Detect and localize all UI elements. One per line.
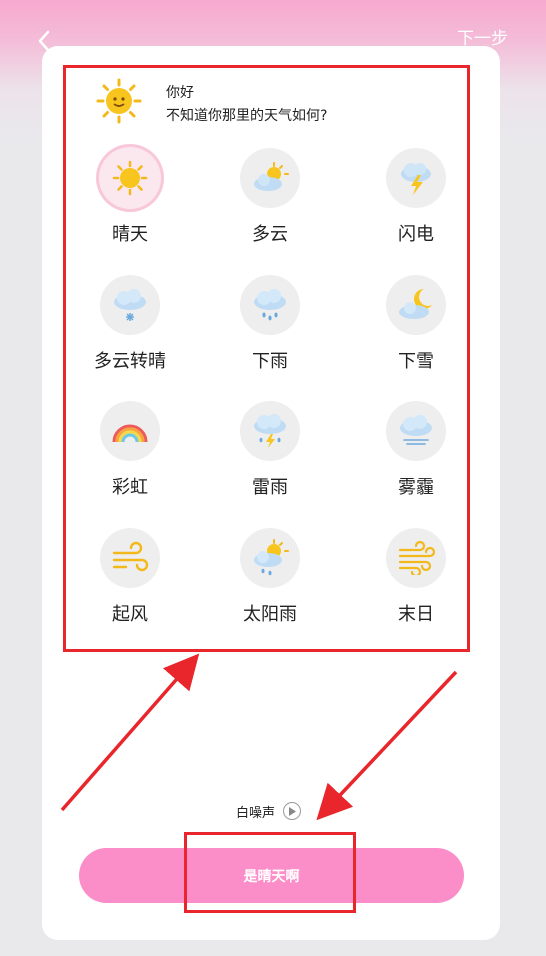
- snow-cloud-icon: [114, 289, 146, 321]
- thunderstorm-icon: [254, 414, 286, 448]
- greeting: 你好 不知道你那里的天气如何?: [96, 78, 456, 128]
- white-noise-label: 白噪声: [236, 805, 276, 821]
- weather-option-bg: [240, 528, 300, 588]
- gust-icon: [398, 541, 436, 575]
- weather-option-bg: [99, 147, 161, 209]
- weather-option-label: 太阳雨: [243, 604, 297, 625]
- weather-option-bg: [100, 401, 160, 461]
- weather-option-label: 下雪: [398, 351, 434, 372]
- weather-option-label: 末日: [398, 604, 434, 625]
- weather-option-cloudy[interactable]: 多云: [210, 140, 330, 250]
- weather-grid: 晴天 多云 闪电 多云转晴 下雨 下雪 彩虹 雷雨 雾霾 起风 太阳雨 末日: [70, 140, 470, 640]
- weather-option-lightning[interactable]: 闪电: [356, 140, 476, 250]
- weather-option-label: 闪电: [398, 224, 434, 245]
- white-noise-toggle[interactable]: 白噪声: [236, 800, 302, 822]
- sun-face-icon: [96, 78, 142, 124]
- weather-option-label: 下雨: [252, 351, 288, 372]
- lightning-cloud-icon: [401, 163, 431, 195]
- weather-option-bg: [240, 401, 300, 461]
- weather-option-sunshower[interactable]: 太阳雨: [210, 520, 330, 630]
- weather-option-doomsday[interactable]: 末日: [356, 520, 476, 630]
- rain-cloud-icon: [254, 289, 286, 321]
- weather-option-label: 多云转晴: [94, 351, 166, 372]
- weather-option-snow[interactable]: 下雪: [356, 267, 476, 377]
- wind-icon: [112, 541, 149, 572]
- weather-option-windy[interactable]: 起风: [70, 520, 190, 630]
- weather-option-bg: [386, 275, 446, 335]
- weather-option-haze[interactable]: 雾霾: [356, 393, 476, 503]
- moon-cloud-icon: [399, 289, 432, 319]
- weather-option-label: 雷雨: [252, 477, 288, 498]
- greeting-hello: 你好: [166, 85, 194, 101]
- weather-option-bg: [100, 275, 160, 335]
- greeting-question: 不知道你那里的天气如何?: [166, 108, 328, 124]
- weather-option-rain[interactable]: 下雨: [210, 267, 330, 377]
- sun-rain-icon: [254, 539, 289, 576]
- weather-option-clearing[interactable]: 多云转晴: [70, 267, 190, 377]
- weather-option-label: 雾霾: [398, 477, 434, 498]
- weather-option-rainbow[interactable]: 彩虹: [70, 393, 190, 503]
- confirm-button[interactable]: 是晴天啊: [79, 848, 464, 903]
- sun-icon: [112, 160, 148, 196]
- play-icon[interactable]: [283, 802, 302, 820]
- weather-option-bg: [386, 528, 446, 588]
- weather-option-sunny[interactable]: 晴天: [70, 140, 190, 250]
- sun-cloud-icon: [254, 162, 289, 191]
- weather-option-bg: [386, 148, 446, 208]
- weather-option-thunderstorm[interactable]: 雷雨: [210, 393, 330, 503]
- weather-option-bg: [386, 401, 446, 461]
- weather-option-bg: [240, 275, 300, 335]
- weather-option-label: 多云: [252, 224, 288, 245]
- weather-option-bg: [100, 528, 160, 588]
- rainbow-icon: [112, 424, 148, 443]
- fog-cloud-icon: [400, 415, 432, 445]
- weather-option-label: 彩虹: [112, 477, 148, 498]
- weather-option-bg: [240, 148, 300, 208]
- weather-option-label: 晴天: [112, 224, 148, 245]
- weather-option-label: 起风: [112, 604, 148, 625]
